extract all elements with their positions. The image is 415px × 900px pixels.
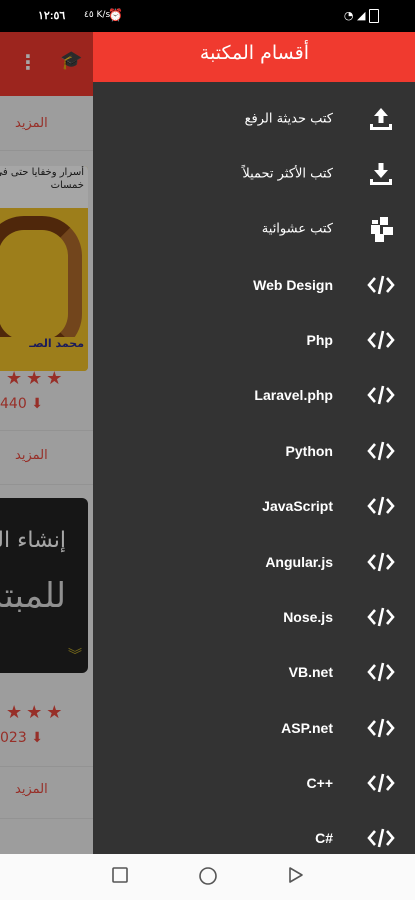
status-time: ١٢:٥٦ xyxy=(38,10,66,22)
drawer-item-random-books[interactable]: كتب عشوائية xyxy=(93,203,415,255)
drawer-item-recent-uploads[interactable]: كتب حديثة الرفع xyxy=(93,93,415,145)
drawer-item-label: Nose.js xyxy=(283,609,333,625)
wifi-icon: ◔ xyxy=(343,9,354,22)
code-icon xyxy=(365,823,397,853)
code-icon xyxy=(365,270,397,300)
status-bar: ١٢:٥٦ ٤٥ K/s ⏰ ◔ ◢ xyxy=(0,0,415,32)
download-icon xyxy=(365,159,397,189)
drawer-item-javascript[interactable]: JavaScript xyxy=(93,480,415,532)
drawer-item-php[interactable]: Php xyxy=(93,314,415,366)
recents-button[interactable] xyxy=(111,866,129,888)
drawer-item-label: C++ xyxy=(306,775,333,791)
drawer-item-label: C# xyxy=(315,830,333,846)
drawer-item-nose-js[interactable]: Nose.js xyxy=(93,591,415,643)
drawer-item-label: JavaScript xyxy=(262,498,333,514)
drawer-header: أقسام المكتبة xyxy=(93,32,415,82)
drawer-item-most-downloaded[interactable]: كتب الأكثر تحميلاً xyxy=(93,148,415,200)
drawer-item-label: VB.net xyxy=(288,664,333,680)
drawer-item-label: كتب عشوائية xyxy=(261,221,333,237)
drawer-item-label: ASP.net xyxy=(281,720,333,736)
navigation-drawer: أقسام المكتبة كتب حديثة الرفع كتب الأكثر… xyxy=(93,32,415,854)
drawer-item-label: Web Design xyxy=(253,277,333,293)
network-speed: ٤٥ K/s xyxy=(84,10,111,20)
drawer-item-vb-net[interactable]: VB.net xyxy=(93,646,415,698)
code-icon xyxy=(365,436,397,466)
back-button[interactable] xyxy=(287,866,305,888)
code-icon xyxy=(365,768,397,798)
drawer-item-angular[interactable]: Angular.js xyxy=(93,536,415,588)
drawer-item-label: Python xyxy=(285,443,333,459)
drawer-item-asp-net[interactable]: ASP.net xyxy=(93,702,415,754)
drawer-item-label: كتب حديثة الرفع xyxy=(244,111,333,127)
drawer-item-cpp[interactable]: C++ xyxy=(93,757,415,809)
drawer-item-laravel[interactable]: Laravel.php xyxy=(93,369,415,421)
drawer-item-label: Laravel.php xyxy=(254,387,333,403)
drawer-title: أقسام المكتبة xyxy=(199,42,309,64)
alarm-icon: ⏰ xyxy=(108,8,123,22)
drawer-item-python[interactable]: Python xyxy=(93,425,415,477)
drawer-item-label: كتب الأكثر تحميلاً xyxy=(242,166,333,182)
code-icon xyxy=(365,657,397,687)
code-icon xyxy=(365,325,397,355)
drawer-item-label: Angular.js xyxy=(265,554,333,570)
code-icon xyxy=(365,713,397,743)
system-nav-bar xyxy=(0,854,415,900)
drawer-item-web-design[interactable]: Web Design xyxy=(93,259,415,311)
battery-icon xyxy=(369,9,379,23)
code-icon xyxy=(365,602,397,632)
signal-icon: ◢ xyxy=(357,9,366,22)
home-button[interactable] xyxy=(198,866,218,890)
upload-icon xyxy=(365,104,397,134)
code-icon xyxy=(365,547,397,577)
code-icon xyxy=(365,380,397,410)
code-icon xyxy=(365,491,397,521)
drawer-item-csharp[interactable]: C# xyxy=(93,812,415,854)
shuffle-blocks-icon xyxy=(365,214,397,244)
drawer-item-label: Php xyxy=(306,332,333,348)
status-right-icons: ◔ ◢ xyxy=(344,9,379,23)
